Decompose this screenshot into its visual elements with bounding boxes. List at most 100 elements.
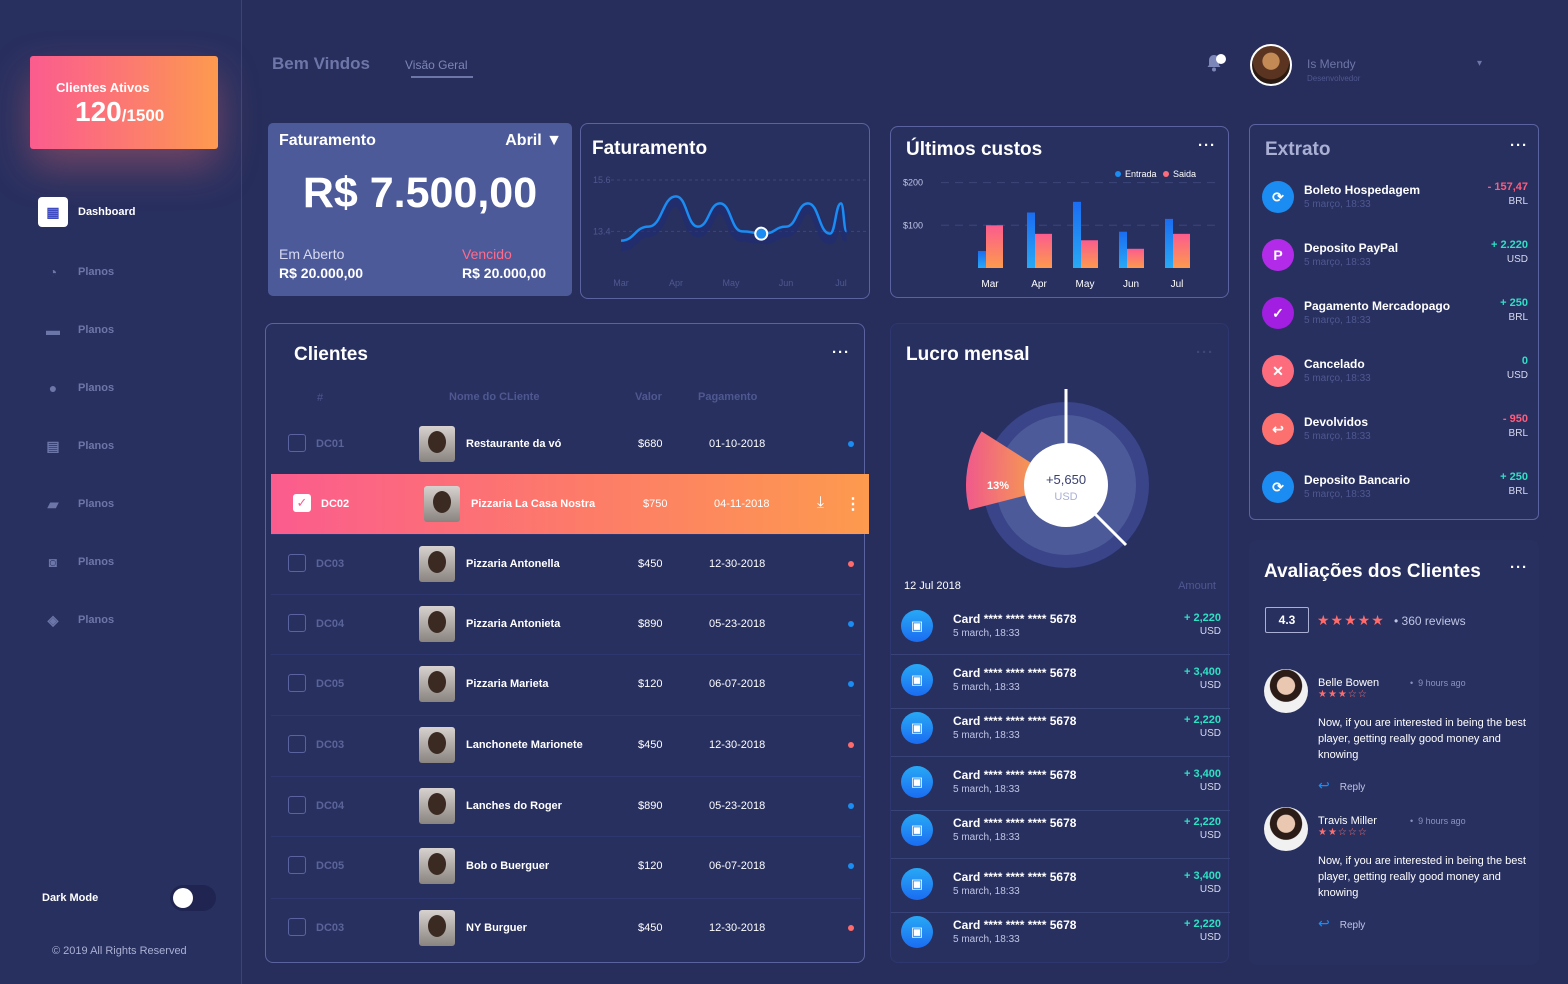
table-row[interactable]: DC03 NY Burguer $450 12-30-2018 (266, 898, 864, 958)
card-title: Lucro mensal (906, 344, 1030, 365)
y-tick-label: 13.4 (593, 226, 611, 236)
row-checkbox[interactable] (288, 735, 306, 753)
transaction-item[interactable]: ▣ Card **** **** **** 5678 5 march, 18:33 +… (901, 864, 1221, 904)
extrato-item[interactable]: ⟳ Boleto Hospedagem 5 março, 18:33 - 157,47… (1262, 177, 1528, 217)
extrato-item-currency: USD (1506, 370, 1528, 381)
transaction-date: 5 march, 18:33 (953, 784, 1020, 795)
table-row[interactable]: DC05 Bob o Buerguer $120 06-07-2018 (266, 836, 864, 896)
row-checkbox[interactable] (288, 614, 306, 632)
chevron-down-icon[interactable]: ▾ (1477, 58, 1482, 69)
client-photo (419, 546, 455, 582)
user-name[interactable]: Is Mendy (1307, 57, 1356, 71)
extrato-item[interactable]: ✕ Cancelado 5 março, 18:33 0 USD (1262, 351, 1528, 391)
caret-down-icon: ▼ (546, 132, 562, 149)
reply-button[interactable]: ↩ Reply (1318, 915, 1365, 932)
nav-item-dashboard[interactable]: ▦ Dashboard (38, 197, 228, 227)
donut-center-unit: USD (1054, 491, 1077, 503)
transaction-item[interactable]: ▣ Card **** **** **** 5678 5 march, 18:33 +… (901, 660, 1221, 700)
active-clients-label: Clientes Ativos (56, 80, 150, 95)
reply-button[interactable]: ↩ Reply (1318, 777, 1365, 794)
extrato-item-name: Deposito Bancario (1304, 473, 1411, 487)
wallet-icon: ▣ (901, 712, 933, 744)
credit-card-icon: ▬ (46, 322, 60, 338)
transaction-item[interactable]: ▣ Card **** **** **** 5678 5 march, 18:33 +… (901, 708, 1221, 748)
extrato-item[interactable]: ⟳ Deposito Bancario 5 março, 18:33 + 250 BRL (1262, 467, 1528, 507)
transaction-item[interactable]: ▣ Card **** **** **** 5678 5 march, 18:33 +… (901, 762, 1221, 802)
review-time: • 9 hours ago (1410, 678, 1466, 688)
transaction-item[interactable]: ▣ Card **** **** **** 5678 5 march, 18:33 +… (901, 606, 1221, 646)
wallet-icon: ▣ (901, 766, 933, 798)
table-row[interactable]: DC04 Pizzaria Antonieta $890 05-23-2018 (266, 594, 864, 654)
more-vertical-icon[interactable]: ⋮ (845, 494, 861, 514)
total-amount: R$ 7.500,00 (302, 169, 538, 217)
row-checkbox[interactable] (288, 918, 306, 936)
more-options-icon[interactable]: ··· (832, 344, 850, 361)
table-row[interactable]: DC03 Lanchonete Marionete $450 12-30-2018 (266, 715, 864, 775)
slice-label: 13% (987, 480, 1009, 492)
sync-icon: ⟳ (1262, 181, 1294, 213)
transaction-card: Card **** **** **** 5678 (953, 666, 1077, 680)
nav-item-planos[interactable]: ◈ Planos (38, 605, 228, 635)
dashboard-icon: ▦ (38, 197, 68, 227)
extrato-item-date: 5 março, 18:33 (1304, 199, 1371, 210)
download-icon[interactable]: ⤓ (817, 494, 824, 512)
active-clients-card[interactable]: Clientes Ativos 120/1500 (30, 56, 218, 149)
row-code: DC05 (316, 860, 345, 872)
table-row[interactable]: DC04 Lanches do Roger $890 05-23-2018 (266, 776, 864, 836)
client-value: $450 (638, 558, 663, 570)
more-options-icon[interactable]: ··· (1510, 559, 1528, 576)
more-options-icon[interactable]: ··· (1510, 137, 1528, 154)
table-row[interactable]: DC03 Pizzaria Antonella $450 12-30-2018 (266, 534, 864, 594)
active-tab-indicator (411, 76, 473, 78)
page-title: Bem Vindos (272, 54, 370, 73)
bar-entrada (1073, 201, 1081, 268)
avatar[interactable] (1250, 44, 1292, 86)
nav-item-planos[interactable]: ● Planos (38, 373, 228, 403)
nav-item-planos[interactable]: ▬ Planos (38, 315, 228, 345)
table-row[interactable]: DC01 Restaurante da vó $680 01-10-2018 (266, 414, 864, 474)
lucro-mensal-card: Lucro mensal ··· 13% +5,650 USD 12 Jul 201… (890, 323, 1230, 963)
extrato-card: Extrato ··· ⟳ Boleto Hospedagem 5 março, 1… (1249, 124, 1539, 520)
nav-item-planos[interactable]: ◙ Planos (38, 547, 228, 577)
extrato-item-name: Pagamento Mercadopago (1304, 299, 1451, 313)
transaction-currency: USD (1199, 830, 1221, 841)
extrato-item-currency: BRL (1508, 196, 1528, 207)
more-options-icon[interactable]: ··· (1196, 344, 1214, 361)
contact-icon: ◙ (48, 554, 58, 570)
client-photo (419, 910, 455, 946)
status-dot (848, 441, 854, 447)
row-checkbox[interactable] (288, 796, 306, 814)
row-checkbox[interactable] (288, 434, 306, 452)
transaction-item[interactable]: ▣ Card **** **** **** 5678 5 march, 18:33 +… (901, 912, 1221, 952)
table-row[interactable]: ✓ DC02 Pizzaria La Casa Nostra $750 04-11-20… (271, 474, 869, 534)
client-name: Pizzaria Antonella (466, 558, 560, 570)
nav-item-planos[interactable]: ◔ Planos (38, 257, 228, 287)
sync-icon: ⟳ (1262, 471, 1294, 503)
data-point-marker[interactable] (754, 226, 769, 241)
client-value: $680 (638, 438, 663, 450)
extrato-item[interactable]: ✓ Pagamento Mercadopago 5 março, 18:33 + 25… (1262, 293, 1528, 333)
card-title: Faturamento (279, 132, 376, 149)
dark-mode-toggle[interactable] (170, 885, 216, 911)
nav-item-planos[interactable]: ▰ Planos (38, 489, 228, 519)
row-checkbox[interactable] (288, 856, 306, 874)
review-text: Now, if you are interested in being the … (1318, 855, 1526, 899)
row-checkbox[interactable]: ✓ (293, 494, 311, 512)
extrato-item[interactable]: ↩ Devolvidos 5 março, 18:33 - 950 BRL (1262, 409, 1528, 449)
month-select[interactable]: Abril ▼ (505, 132, 562, 150)
active-clients-count: 120/1500 (75, 96, 165, 127)
row-checkbox[interactable] (288, 554, 306, 572)
open-value: R$ 20.000,00 (279, 265, 364, 281)
transaction-card: Card **** **** **** 5678 (953, 714, 1077, 728)
y-tick-label: 15.6 (593, 175, 611, 185)
nav-item-label: Planos (78, 266, 115, 278)
transaction-item[interactable]: ▣ Card **** **** **** 5678 5 march, 18:33 +… (901, 810, 1221, 850)
bar-saida (1173, 233, 1190, 268)
row-checkbox[interactable] (288, 674, 306, 692)
client-photo (419, 788, 455, 824)
nav-item-planos[interactable]: ▤ Planos (38, 431, 228, 461)
ultimos-custos-card: Últimos custos ··· $200 $100 Mar Apr May Jun J… (890, 126, 1229, 298)
table-row[interactable]: DC05 Pizzaria Marieta $120 06-07-2018 (266, 654, 864, 714)
tab-visao-geral[interactable]: Visão Geral (405, 58, 467, 72)
extrato-item[interactable]: P Deposito PayPal 5 março, 18:33 + 2.220 USD (1262, 235, 1528, 275)
